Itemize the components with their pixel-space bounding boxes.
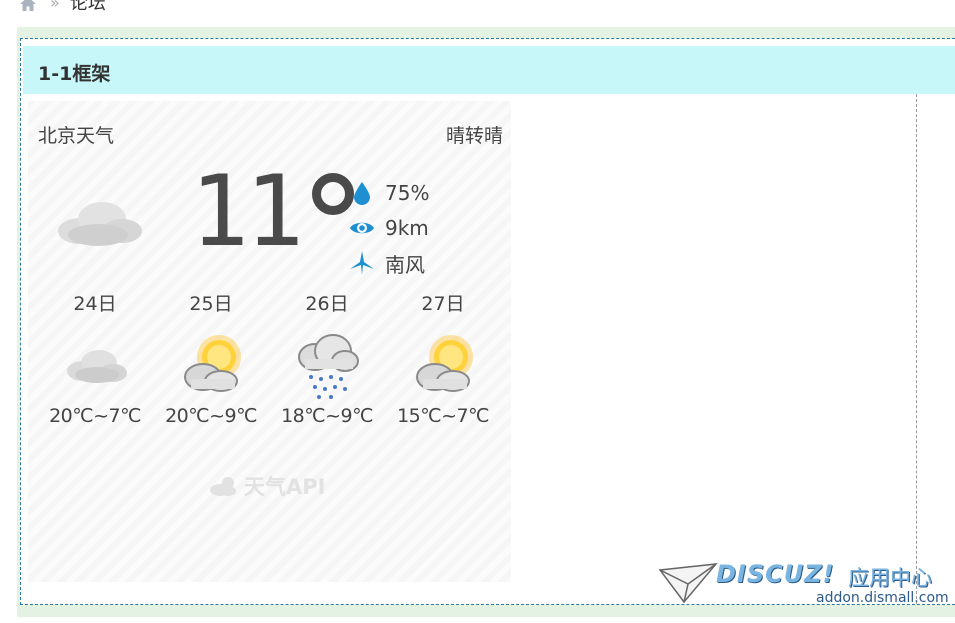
forecast-day: 26日 18℃~9℃ <box>272 291 382 427</box>
watermark-subtitle: 应用中心 <box>848 566 932 590</box>
weather-condition: 晴转晴 <box>445 125 503 147</box>
forecast-day: 27日 15℃~7℃ <box>388 291 498 427</box>
weather-api-label: 天气API <box>244 475 326 499</box>
frame-title: 1-1框架 <box>38 63 111 85</box>
forecast-range: 15℃~7℃ <box>397 405 489 427</box>
degree-symbol <box>312 173 354 215</box>
watermark-domain: addon.dismall.com <box>816 590 949 606</box>
forecast-range: 20℃~7℃ <box>49 405 141 427</box>
forecast-list: 24日 20℃~7℃ 25日 20℃~9℃ 26日 18℃~9℃ 27日 15℃… <box>28 291 511 451</box>
forecast-day-label: 26日 <box>305 293 349 315</box>
weather-widget: 北京天气 晴转晴 11 75% 9km 南风 24日 20℃~7℃ 25日 20… <box>28 101 511 582</box>
cloud-sun-icon <box>210 477 236 496</box>
partly-sunny-icon <box>184 335 241 392</box>
humidity-value: 75% <box>385 181 430 205</box>
column-divider <box>916 94 917 604</box>
cloudy-icon <box>58 202 142 246</box>
visibility-value: 9km <box>385 216 429 240</box>
forecast-range: 20℃~9℃ <box>165 405 257 427</box>
forecast-day-label: 25日 <box>189 293 233 315</box>
forecast-day-label: 27日 <box>421 293 465 315</box>
paper-plane-icon <box>658 563 718 604</box>
wind-turbine-icon <box>350 251 374 275</box>
weather-city: 北京天气 <box>38 125 115 147</box>
visibility-stat: 9km <box>349 214 429 242</box>
humidity-stat: 75% <box>349 179 429 207</box>
breadcrumb-separator: » <box>50 0 60 12</box>
forecast-day-label: 24日 <box>73 293 117 315</box>
forecast-range: 18℃~9℃ <box>281 405 373 427</box>
frame-title-bar: 1-1框架 <box>23 46 955 94</box>
water-drop-icon <box>354 182 370 205</box>
watermark-brand: DISCUZ! <box>716 560 835 588</box>
rain-icon <box>298 334 359 399</box>
breadcrumb-current[interactable]: 论坛 <box>70 0 106 15</box>
discuz-watermark: DISCUZ! 应用中心 addon.dismall.com <box>658 560 949 610</box>
wind-value: 南风 <box>385 252 425 277</box>
forecast-day: 25日 20℃~9℃ <box>156 291 266 427</box>
cloudy-icon <box>67 350 127 383</box>
home-icon[interactable] <box>20 0 36 11</box>
breadcrumb: » 论坛 <box>20 0 106 15</box>
forecast-day: 24日 20℃~7℃ <box>40 291 150 427</box>
wind-stat: 南风 <box>349 249 425 277</box>
partly-sunny-icon <box>416 335 473 392</box>
eye-icon <box>350 222 374 234</box>
current-temperature: 11 <box>190 155 304 269</box>
weather-api-link[interactable]: 天气API <box>208 471 325 501</box>
